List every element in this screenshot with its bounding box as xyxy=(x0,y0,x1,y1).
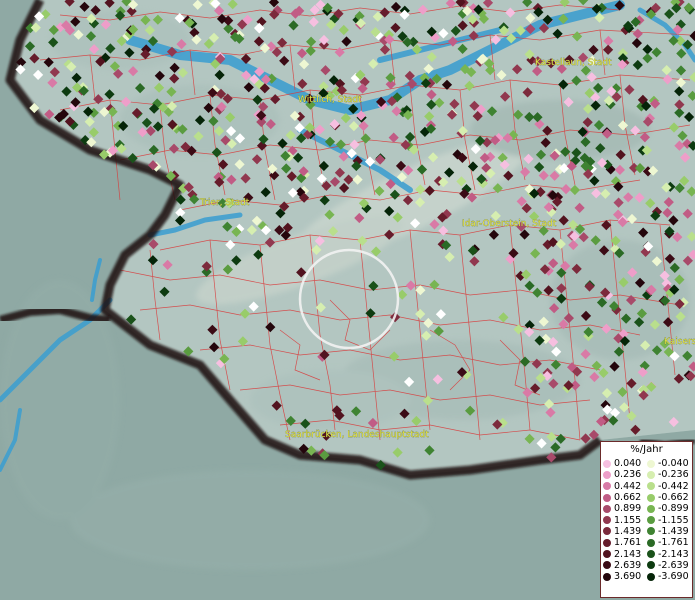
city-label-idar-oberstein: Idar-Oberstein, Stadt xyxy=(462,219,557,229)
legend-value: 0.662 xyxy=(614,492,642,504)
legend-swatch xyxy=(647,538,655,547)
legend-entry-positive: 1.155 xyxy=(603,515,647,526)
legend-value: -0.442 xyxy=(658,480,689,492)
legend-swatch xyxy=(647,504,655,513)
legend-entry-positive: 3.690 xyxy=(603,571,647,582)
legend-entry-positive: 0.442 xyxy=(603,481,647,492)
legend-value: 0.040 xyxy=(614,458,642,470)
legend-swatch xyxy=(647,470,655,479)
legend-swatch xyxy=(603,561,611,570)
legend-entry-positive: 1.439 xyxy=(603,526,647,537)
legend-row: 1.155 -1.155 xyxy=(603,514,692,526)
legend-swatch xyxy=(603,482,611,491)
legend-row: 2.143 -2.143 xyxy=(603,548,692,560)
legend-value: -2.639 xyxy=(658,559,689,571)
legend-entry-negative: -0.442 xyxy=(647,481,691,492)
legend-value: 0.442 xyxy=(614,480,642,492)
legend-value: -0.040 xyxy=(658,458,689,470)
legend-value: 2.143 xyxy=(614,548,642,560)
legend-swatch xyxy=(603,504,611,513)
legend-value: 1.761 xyxy=(614,537,642,549)
legend-value: 1.439 xyxy=(614,525,642,537)
legend-entry-positive: 0.040 xyxy=(603,458,647,469)
legend-row: 1.439 -1.439 xyxy=(603,526,692,537)
legend-value: -2.143 xyxy=(658,548,689,560)
legend-value: 0.236 xyxy=(614,469,642,481)
legend-value: 1.155 xyxy=(614,514,642,526)
city-label-kaisers: Kaisers xyxy=(664,337,695,347)
legend-swatch xyxy=(603,550,611,559)
legend-entry-positive: 0.899 xyxy=(603,503,647,514)
map-view[interactable]: Kastellaun, Stadt Wittlich, Stadt Trier,… xyxy=(0,0,695,600)
city-label-wittlich: Wittlich, Stadt xyxy=(298,95,362,105)
legend-entry-positive: 0.236 xyxy=(603,469,647,480)
legend-value: 3.690 xyxy=(614,571,642,583)
legend-swatch xyxy=(603,470,611,479)
legend-swatch xyxy=(647,572,655,581)
legend-swatch xyxy=(647,493,655,502)
legend-row: 1.761 -1.761 xyxy=(603,537,692,548)
legend-swatch xyxy=(603,516,611,525)
legend-swatch xyxy=(603,459,611,468)
legend-entry-negative: -0.236 xyxy=(647,469,691,480)
legend-grid: 0.040 -0.040 0.236 -0.236 0.442 -0.442 0.662 -0… xyxy=(603,458,692,582)
legend-value: -1.439 xyxy=(658,525,689,537)
legend-swatch xyxy=(647,482,655,491)
legend-value: -3.690 xyxy=(658,571,689,583)
legend-swatch xyxy=(647,561,655,570)
legend-value: -1.155 xyxy=(658,514,689,526)
city-label-kastellaun: Kastellaun, Stadt xyxy=(535,58,612,68)
legend-swatch xyxy=(647,516,655,525)
legend-title: %/Jahr xyxy=(630,444,663,455)
legend-value: -0.899 xyxy=(658,503,689,515)
legend-row: 0.236 -0.236 xyxy=(603,469,692,480)
legend-entry-negative: -0.899 xyxy=(647,503,691,514)
legend-entry-negative: -2.639 xyxy=(647,560,691,571)
legend-value: -0.236 xyxy=(658,469,689,481)
legend-swatch xyxy=(647,527,655,536)
city-label-trier: Trier, Stadt xyxy=(199,198,250,208)
legend-entry-negative: -0.040 xyxy=(647,458,691,469)
legend-entry-negative: -1.439 xyxy=(647,526,691,537)
legend-entry-positive: 2.143 xyxy=(603,549,647,560)
legend-entry-negative: -2.143 xyxy=(647,549,691,560)
legend-row: 0.442 -0.442 xyxy=(603,481,692,492)
legend-entry-positive: 0.662 xyxy=(603,492,647,503)
legend-value: 0.899 xyxy=(614,503,642,515)
legend-row: 0.662 -0.662 xyxy=(603,492,692,503)
legend-row: 0.899 -0.899 xyxy=(603,503,692,514)
legend-swatch xyxy=(647,550,655,559)
legend: %/Jahr 0.040 -0.040 0.236 -0.236 0.442 -0.442… xyxy=(600,441,693,598)
legend-entry-positive: 2.639 xyxy=(603,560,647,571)
city-label-saarbruecken: Saarbrücken, Landeshauptstadt xyxy=(285,430,429,440)
legend-swatch xyxy=(603,572,611,581)
legend-swatch xyxy=(603,493,611,502)
legend-row: 2.639 -2.639 xyxy=(603,560,692,571)
legend-swatch xyxy=(603,538,611,547)
legend-row: 0.040 -0.040 xyxy=(603,458,692,469)
legend-value: -1.761 xyxy=(658,537,689,549)
legend-entry-negative: -0.662 xyxy=(647,492,691,503)
legend-swatch xyxy=(603,527,611,536)
legend-entry-negative: -1.155 xyxy=(647,515,691,526)
legend-entry-negative: -1.761 xyxy=(647,537,691,548)
legend-swatch xyxy=(647,459,655,468)
legend-entry-positive: 1.761 xyxy=(603,537,647,548)
legend-value: -0.662 xyxy=(658,492,689,504)
legend-row: 3.690 -3.690 xyxy=(603,571,692,582)
legend-entry-negative: -3.690 xyxy=(647,571,691,582)
legend-value: 2.639 xyxy=(614,559,642,571)
